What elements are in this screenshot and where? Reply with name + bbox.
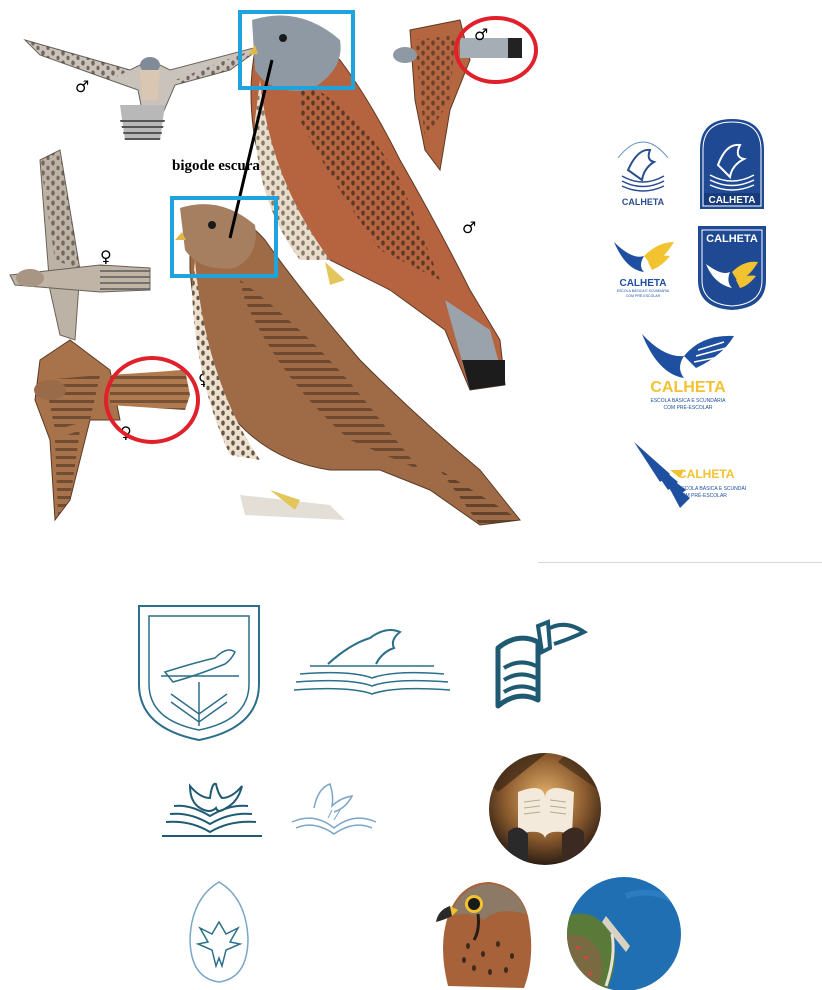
photo-aerial-coast xyxy=(567,877,681,990)
photo-reading-book xyxy=(489,753,601,865)
school-name-text: CALHETA xyxy=(619,278,666,289)
school-name-text: CALHETA xyxy=(706,233,758,245)
male-symbol: ♂ xyxy=(462,218,476,237)
school-subtitle-line2: COM PRÉ-ESCOLAR xyxy=(664,404,713,411)
sketch-flag-book xyxy=(495,619,588,709)
calheta-logo-shield-color: CALHETA xyxy=(698,226,766,310)
school-subtitle-line1: ESCOLA BÁSICA E SCUNDÁRIA xyxy=(678,485,746,492)
school-subtitle-line1: ESCOLA BÁSICA E SCUNDÁRIA xyxy=(650,397,726,404)
female-kestrel-flying-mid xyxy=(9,149,151,341)
calheta-logo-wing-color-small: CALHETA ESCOLA BÁSICA E SCUNDÁRIA COM PR… xyxy=(614,242,674,298)
sketch-eagle-over-book-lines xyxy=(293,629,451,695)
school-subtitle-line2: COM PRÉ-ESCOLAR xyxy=(678,492,727,499)
calheta-logo-shield-solid: CALHETA xyxy=(700,119,764,209)
school-subtitle-line2: COM PRÉ-ESCOLAR xyxy=(626,293,661,298)
kestrel-head-illustration xyxy=(436,882,532,988)
school-subtitle-line1: ESCOLA BÁSICA E SCUNDÁRIA xyxy=(617,289,670,293)
school-name-text: CALHETA xyxy=(622,197,665,207)
section-divider xyxy=(538,562,822,563)
calheta-logo-angular-wing: CALHETA ESCOLA BÁSICA E SCUNDÁRIA COM PR… xyxy=(634,442,746,508)
sketch-shield-eagle-book xyxy=(138,605,260,742)
school-name-text: CALHETA xyxy=(708,195,755,206)
calheta-logo-wing-color-large: CALHETA ESCOLA BÁSICA E SCUNDÁRIA COM PR… xyxy=(642,334,734,411)
male-kestrel-flying-topleft xyxy=(23,38,266,140)
sketch-eagle-open-book xyxy=(162,782,262,837)
male-symbol: ♂ xyxy=(474,25,488,44)
kestrel-illustration-panel: ♂ ♀ ♀ ♀ ♂ ♂ xyxy=(9,10,538,526)
sketch-eagle-egg-outline xyxy=(189,881,249,983)
school-name-text: CALHETA xyxy=(678,467,735,481)
female-symbol: ♀ xyxy=(100,247,112,266)
calheta-logo-outline-variant: CALHETA xyxy=(617,141,669,207)
school-name-text: CALHETA xyxy=(650,379,726,396)
sketch-bird-open-book-light xyxy=(291,783,377,835)
female-kestrel-flying-bottom xyxy=(34,339,190,522)
male-symbol: ♂ xyxy=(75,77,89,96)
